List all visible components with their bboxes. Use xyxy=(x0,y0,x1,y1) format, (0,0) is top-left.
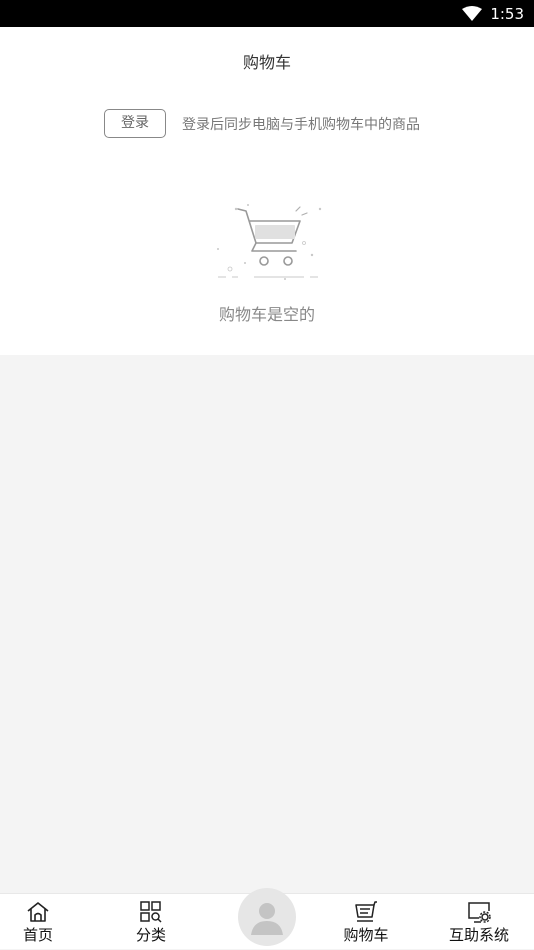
empty-cart-text: 购物车是空的 xyxy=(218,305,315,324)
nav-home[interactable]: 首页 xyxy=(0,894,83,950)
wifi-icon xyxy=(462,5,483,21)
page-title: 购物车 xyxy=(242,53,291,72)
login-hint: 登录后同步电脑与手机购物车中的商品 xyxy=(182,117,420,133)
cart-top-panel: 购物车 登录 登录后同步电脑与手机购物车中的商品 购物车是空的 xyxy=(0,27,534,355)
login-button[interactable]: 登录 xyxy=(104,109,166,138)
nav-mutual-aid-label: 互助系统 xyxy=(448,926,509,944)
avatar-icon xyxy=(251,903,283,935)
nav-category-label: 分类 xyxy=(135,926,166,944)
status-bar: 1:53 xyxy=(0,0,534,27)
monitor-gear-icon xyxy=(468,902,491,923)
login-row: 登录 登录后同步电脑与手机购物车中的商品 xyxy=(0,109,534,139)
nav-cart[interactable]: 购物车 xyxy=(321,894,411,950)
bottom-nav: 首页 分类 购物车 互助系统 xyxy=(0,888,534,950)
cart-icon xyxy=(355,901,377,922)
nav-home-label: 首页 xyxy=(22,926,53,944)
category-icon xyxy=(140,901,162,923)
nav-cart-label: 购物车 xyxy=(343,926,389,944)
nav-category[interactable]: 分类 xyxy=(106,894,196,950)
status-time: 1:53 xyxy=(490,4,524,23)
empty-cart-icon xyxy=(217,204,322,280)
home-icon xyxy=(27,902,49,922)
avatar[interactable] xyxy=(238,888,296,946)
nav-mutual-aid[interactable]: 互助系统 xyxy=(434,894,524,950)
